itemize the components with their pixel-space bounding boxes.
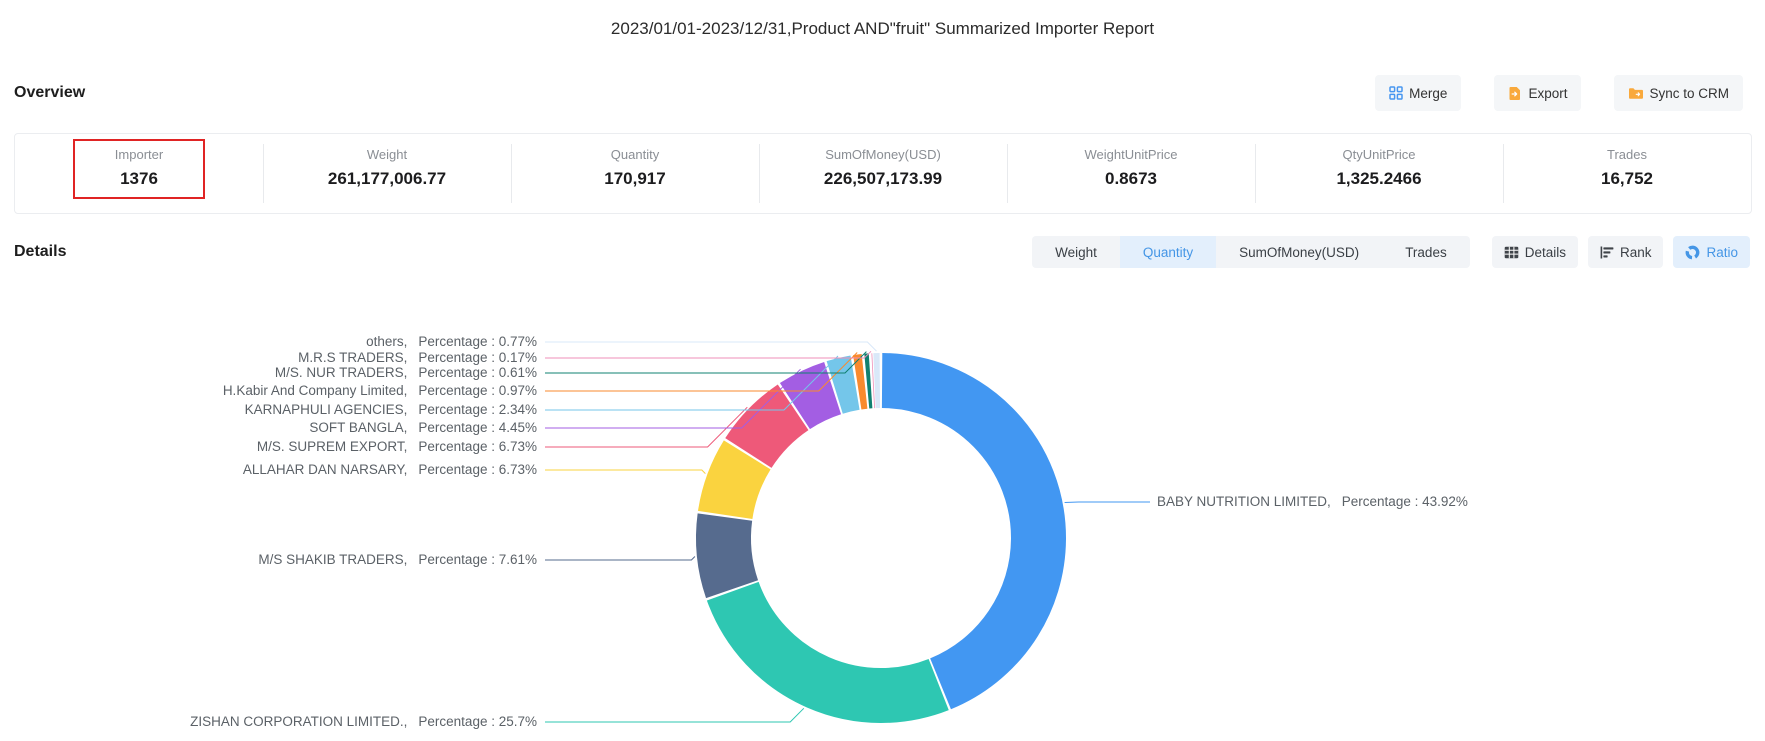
pie-label-percentage: Percentage : 6.73%: [418, 462, 537, 477]
pie-label-name: others,: [366, 334, 407, 349]
pie-label-percentage: Percentage : 4.45%: [418, 420, 537, 435]
details-heading: Details: [14, 243, 66, 261]
tab-sumofmoney-usd-[interactable]: SumOfMoney(USD): [1216, 236, 1382, 268]
pie-label-percentage: Percentage : 43.92%: [1342, 494, 1468, 509]
pie-leader-line-2: [545, 557, 695, 561]
stat-cell-trades[interactable]: Trades 16,752: [1503, 134, 1751, 213]
pie-label-name: BABY NUTRITION LIMITED,: [1157, 494, 1331, 509]
pie-label-percentage: Percentage : 0.17%: [418, 350, 537, 365]
sync-to-crm-button[interactable]: Sync to CRM: [1614, 75, 1743, 111]
pie-label-4: M/S. SUPREM EXPORT, Percentage : 6.73%: [0, 438, 537, 456]
metric-tabs: WeightQuantitySumOfMoney(USD)Trades: [1032, 236, 1470, 268]
stat-value: 226,507,173.99: [759, 169, 1007, 189]
pie-label-3: ALLAHAR DAN NARSARY, Percentage : 6.73%: [0, 461, 537, 479]
rank-view-label: Rank: [1620, 245, 1652, 260]
stat-label: SumOfMoney(USD): [759, 147, 1007, 163]
page: 2023/01/01-2023/12/31,Product AND"fruit"…: [0, 0, 1765, 741]
pie-label-name: M/S. SUPREM EXPORT,: [257, 439, 408, 454]
stat-value: 0.8673: [1007, 169, 1255, 189]
details-view-label: Details: [1525, 245, 1566, 260]
pie-label-name: KARNAPHULI AGENCIES,: [245, 402, 408, 417]
pie-label-7: H.Kabir And Company Limited, Percentage :…: [0, 382, 537, 400]
report-title: 2023/01/01-2023/12/31,Product AND"fruit"…: [0, 0, 1765, 39]
pie-label-name: M.R.S TRADERS,: [298, 350, 407, 365]
pie-leader-line-9: [545, 351, 871, 358]
pie-label-1: ZISHAN CORPORATION LIMITED., Percentage :…: [0, 713, 537, 731]
pie-label-name: ALLAHAR DAN NARSARY,: [243, 462, 408, 477]
pie-label-percentage: Percentage : 2.34%: [418, 402, 537, 417]
pie-label-10: others, Percentage : 0.77%: [0, 333, 537, 351]
stat-label: Quantity: [511, 147, 759, 163]
ratio-view-label: Ratio: [1706, 245, 1738, 260]
stat-cell-quantity[interactable]: Quantity 170,917: [511, 134, 759, 213]
pie-label-percentage: Percentage : 6.73%: [418, 439, 537, 454]
pie-label-0: BABY NUTRITION LIMITED, Percentage : 43.9…: [1157, 493, 1468, 511]
pie-leader-line-3: [545, 470, 705, 474]
export-button[interactable]: Export: [1494, 75, 1581, 111]
export-label: Export: [1528, 86, 1567, 101]
pie-label-percentage: Percentage : 0.97%: [418, 383, 537, 398]
stat-value: 1376: [15, 169, 263, 189]
stat-cell-importer[interactable]: Importer 1376: [15, 134, 263, 213]
pie-label-name: SOFT BANGLA,: [309, 420, 407, 435]
ratio-view-button[interactable]: Ratio: [1673, 236, 1750, 268]
pie-leader-line-4: [545, 407, 747, 447]
pie-label-name: M/S SHAKIB TRADERS,: [258, 552, 407, 567]
stat-value: 261,177,006.77: [263, 169, 511, 189]
merge-button[interactable]: Merge: [1375, 75, 1461, 111]
sync-to-crm-label: Sync to CRM: [1649, 86, 1729, 101]
stat-cell-weightunitprice[interactable]: WeightUnitPrice 0.8673: [1007, 134, 1255, 213]
export-icon: [1508, 86, 1522, 101]
details-view-button[interactable]: Details: [1492, 236, 1578, 268]
stat-value: 1,325.2466: [1255, 169, 1503, 189]
tab-quantity[interactable]: Quantity: [1120, 236, 1216, 268]
tab-weight[interactable]: Weight: [1032, 236, 1120, 268]
stat-value: 16,752: [1503, 169, 1751, 189]
pie-label-9: M.R.S TRADERS, Percentage : 0.17%: [0, 349, 537, 367]
pie-label-percentage: Percentage : 0.77%: [418, 334, 537, 349]
table-icon: [1504, 246, 1519, 259]
pie-label-name: ZISHAN CORPORATION LIMITED.,: [190, 714, 407, 729]
stat-label: QtyUnitPrice: [1255, 147, 1503, 163]
details-controls: WeightQuantitySumOfMoney(USD)Trades Deta…: [1032, 236, 1750, 268]
overview-heading: Overview: [14, 84, 85, 102]
stat-cell-qtyunitprice[interactable]: QtyUnitPrice 1,325.2466: [1255, 134, 1503, 213]
view-buttons: Details Rank Ratio: [1492, 236, 1750, 268]
pie-leader-line-10: [545, 342, 877, 351]
overview-stats-card: Importer 1376Weight 261,177,006.77Quantity…: [14, 133, 1752, 214]
stat-value: 170,917: [511, 169, 759, 189]
pie-label-name: M/S. NUR TRADERS,: [275, 365, 408, 380]
sync-folder-icon: [1628, 87, 1643, 100]
rank-view-button[interactable]: Rank: [1588, 236, 1664, 268]
pie-label-name: H.Kabir And Company Limited,: [223, 383, 408, 398]
stat-label: Importer: [15, 147, 263, 163]
ratio-icon: [1685, 245, 1700, 260]
stat-cell-weight[interactable]: Weight 261,177,006.77: [263, 134, 511, 213]
stat-label: Weight: [263, 147, 511, 163]
pie-label-percentage: Percentage : 7.61%: [418, 552, 537, 567]
rank-icon: [1600, 246, 1614, 259]
pie-leader-line-0: [1065, 502, 1150, 503]
pie-label-5: SOFT BANGLA, Percentage : 4.45%: [0, 419, 537, 437]
pie-label-percentage: Percentage : 0.61%: [418, 365, 537, 380]
pie-label-2: M/S SHAKIB TRADERS, Percentage : 7.61%: [0, 551, 537, 569]
tab-trades[interactable]: Trades: [1382, 236, 1470, 268]
stat-label: WeightUnitPrice: [1007, 147, 1255, 163]
pie-label-percentage: Percentage : 25.7%: [418, 714, 537, 729]
overview-header-row: Overview Merge Export: [14, 75, 1743, 111]
overview-actions: Merge Export Sync to CRM: [1375, 75, 1743, 111]
ratio-donut-chart: BABY NUTRITION LIMITED, Percentage : 43.9…: [0, 280, 1765, 741]
pie-leader-line-1: [545, 708, 804, 722]
details-header-row: Details WeightQuantitySumOfMoney(USD)Tra…: [14, 236, 1750, 268]
pie-label-6: KARNAPHULI AGENCIES, Percentage : 2.34%: [0, 401, 537, 419]
stat-cell-sumofmoney-usd-[interactable]: SumOfMoney(USD) 226,507,173.99: [759, 134, 1007, 213]
merge-icon: [1389, 86, 1403, 100]
merge-label: Merge: [1409, 86, 1447, 101]
stat-label: Trades: [1503, 147, 1751, 163]
